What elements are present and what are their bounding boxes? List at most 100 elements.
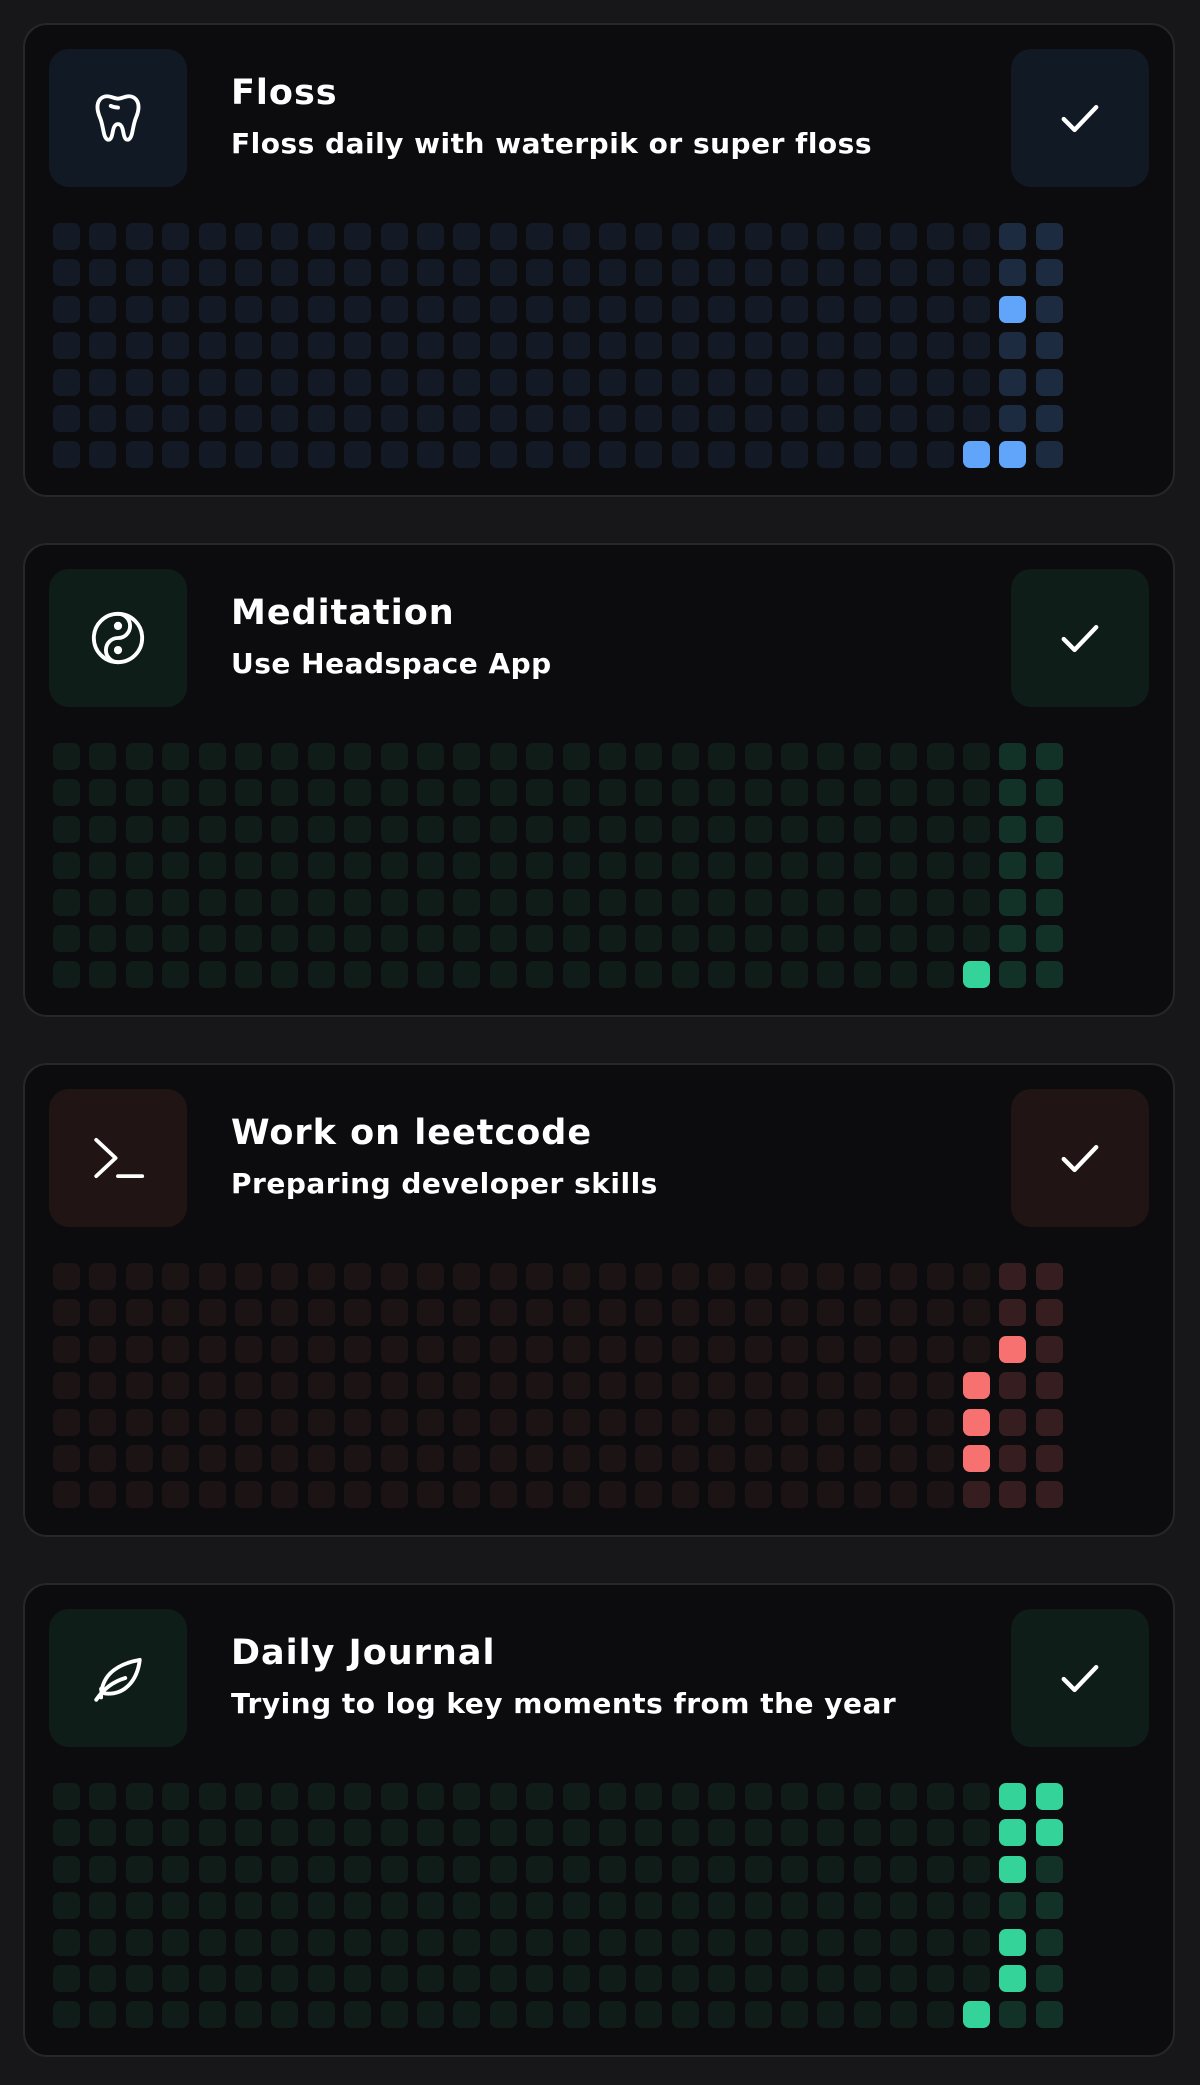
- day-cell: [417, 441, 444, 469]
- day-cell: [344, 405, 372, 432]
- complete-today-button[interactable]: [1011, 49, 1149, 187]
- habit-card-floss[interactable]: Floss Floss daily with waterpik or super…: [23, 23, 1175, 497]
- day-cell: [599, 1445, 626, 1472]
- day-cell: [198, 2001, 226, 2029]
- day-cell: [708, 332, 736, 360]
- day-cell: [926, 1481, 954, 1509]
- day-cell: [926, 1928, 954, 1956]
- day-cell: [526, 1299, 554, 1327]
- day-cell: [853, 1299, 881, 1327]
- day-cell: [162, 925, 190, 952]
- day-cell: [817, 1445, 845, 1472]
- habit-card-meditation[interactable]: Meditation Use Headspace App: [23, 543, 1175, 1017]
- day-cell: [671, 888, 699, 916]
- day-cell: [562, 223, 590, 250]
- day-cell: [489, 1855, 517, 1883]
- day-cell: [125, 1299, 153, 1327]
- day-cell: [781, 332, 808, 360]
- day-cell: [744, 405, 772, 432]
- day-cell: [890, 1408, 918, 1436]
- day-cell: [380, 1372, 408, 1400]
- day-cell: [635, 1819, 663, 1847]
- day-cell: [999, 2001, 1027, 2029]
- day-cell: [344, 1299, 372, 1327]
- day-cell: [999, 332, 1027, 360]
- day-cell: [1035, 332, 1063, 360]
- day-cell: [125, 1928, 153, 1956]
- day-cell: [526, 815, 554, 843]
- day-cell: [162, 1408, 190, 1436]
- day-cell: [307, 441, 335, 469]
- day-cell: [599, 368, 626, 396]
- day-cell: [235, 1299, 262, 1327]
- day-cell: [562, 1335, 590, 1363]
- day-cell: [271, 743, 299, 770]
- day-cell: [999, 1372, 1027, 1400]
- complete-today-button[interactable]: [1011, 1089, 1149, 1227]
- complete-today-button[interactable]: [1011, 569, 1149, 707]
- day-cell: [89, 1783, 117, 1810]
- day-cell: [125, 259, 153, 287]
- day-cell: [89, 1928, 117, 1956]
- day-cell: [599, 1335, 626, 1363]
- day-cell: [599, 405, 626, 432]
- day-cell: [198, 815, 226, 843]
- day-cell: [744, 815, 772, 843]
- day-cell: [671, 259, 699, 287]
- habit-title: Meditation: [231, 593, 455, 633]
- day-cell: [671, 295, 699, 323]
- day-cell: [671, 1408, 699, 1436]
- day-cell: [489, 852, 517, 880]
- habit-card-daily-journal[interactable]: Daily Journal Trying to log key moments …: [23, 1583, 1175, 2057]
- day-cell: [380, 259, 408, 287]
- day-cell: [817, 223, 845, 250]
- day-cell: [89, 295, 117, 323]
- day-cell: [890, 405, 918, 432]
- day-cell: [53, 405, 80, 432]
- habit-icon-tile: [49, 49, 187, 187]
- checkmark-icon: [1061, 625, 1099, 653]
- day-cell: [781, 1263, 808, 1290]
- day-cell: [708, 405, 736, 432]
- day-cell: [125, 925, 153, 952]
- habit-icon-tile: [49, 1089, 187, 1227]
- day-cell: [817, 1481, 845, 1509]
- habit-card-leetcode[interactable]: Work on leetcode Preparing developer ski…: [23, 1063, 1175, 1537]
- day-cell: [926, 1299, 954, 1327]
- day-cell: [53, 1965, 80, 1992]
- day-cell: [162, 441, 190, 469]
- day-cell: [744, 779, 772, 807]
- day-cell: [1035, 1445, 1063, 1472]
- day-cell: [380, 1783, 408, 1810]
- day-cell: [635, 961, 663, 989]
- day-cell: [307, 259, 335, 287]
- day-cell: [671, 223, 699, 250]
- day-cell: [198, 1819, 226, 1847]
- day-cell: [89, 1481, 117, 1509]
- day-cell: [271, 441, 299, 469]
- complete-today-button[interactable]: [1011, 1609, 1149, 1747]
- day-cell: [53, 743, 80, 770]
- day-cell: [489, 815, 517, 843]
- day-cell: [635, 1372, 663, 1400]
- day-cell: [417, 1928, 444, 1956]
- day-cell: [526, 1928, 554, 1956]
- day-cell: [853, 1783, 881, 1810]
- day-cell: [417, 1445, 444, 1472]
- day-cell: [344, 2001, 372, 2029]
- day-cell: [453, 925, 481, 952]
- day-cell: [1035, 368, 1063, 396]
- day-cell: [489, 1299, 517, 1327]
- day-cell: [599, 961, 626, 989]
- day-cell: [744, 259, 772, 287]
- day-cell: [235, 852, 262, 880]
- day-cell: [198, 1892, 226, 1920]
- day-cell: [562, 441, 590, 469]
- day-cell: [89, 1445, 117, 1472]
- day-cell: [817, 1408, 845, 1436]
- day-cell: [307, 779, 335, 807]
- day-cell: [198, 1855, 226, 1883]
- day-cell: [89, 1892, 117, 1920]
- day-cell: [489, 295, 517, 323]
- day-cell: [344, 1783, 372, 1810]
